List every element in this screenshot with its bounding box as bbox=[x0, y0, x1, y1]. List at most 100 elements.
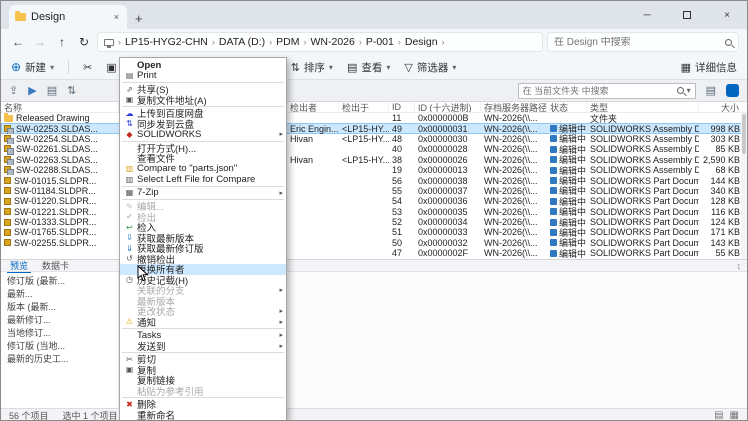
id-cell: 55 bbox=[389, 186, 415, 196]
pdm-columns-icon[interactable]: ▤ bbox=[706, 84, 716, 97]
file-row[interactable]: SW-02288.SLDAS...190x00000013WN-2026(\\.… bbox=[1, 165, 747, 175]
pdm-user-icon[interactable] bbox=[726, 84, 739, 97]
view-icon: ▤ bbox=[347, 61, 357, 74]
panel-resize-icon[interactable]: ↕ bbox=[737, 261, 742, 271]
size-cell: 55 KB bbox=[699, 248, 743, 258]
forward-icon[interactable]: → bbox=[31, 35, 49, 49]
menu-item-print[interactable]: ▤Print bbox=[120, 71, 286, 82]
search-input[interactable] bbox=[554, 37, 725, 48]
scrollbar-thumb[interactable] bbox=[742, 114, 746, 154]
panel-field-label: 最新的历史工... bbox=[1, 353, 118, 366]
column-header[interactable]: 状态 bbox=[547, 102, 587, 112]
breadcrumb-item[interactable]: DATA (D:) bbox=[216, 36, 268, 48]
chevron-down-icon: ▾ bbox=[386, 63, 390, 72]
pdm-checkout-icon[interactable]: ⇪ bbox=[9, 84, 18, 97]
file-row[interactable]: Released Drawing110x0000000BWN-2026(\\..… bbox=[1, 113, 747, 123]
up-icon[interactable]: ↑ bbox=[53, 35, 71, 49]
column-header[interactable]: ID (十六进制) bbox=[415, 102, 481, 112]
state-label: 编辑中 bbox=[559, 207, 586, 217]
minimize-button[interactable]: ─ bbox=[627, 1, 667, 29]
breadcrumb-item[interactable]: PDM bbox=[273, 36, 302, 48]
file-row[interactable]: SW-02261.SLDAS...400x00000028WN-2026(\\.… bbox=[1, 144, 747, 154]
file-name-cell: SW-02263.SLDAS... bbox=[1, 155, 119, 165]
cut-button[interactable]: ✂ bbox=[83, 61, 92, 74]
file-row[interactable]: 470x0000002FWN-2026(\\...编辑中SOLIDWORKS P… bbox=[1, 248, 747, 258]
menu-item-send-to[interactable]: 发送到▸ bbox=[120, 341, 286, 352]
size-cell: 171 KB bbox=[699, 227, 743, 237]
state-label: 编辑中 bbox=[559, 165, 586, 175]
file-row[interactable]: SW-01184.SLDPR...550x00000037WN-2026(\\.… bbox=[1, 186, 747, 196]
file-row[interactable]: SW-01220.SLDPR...540x00000036WN-2026(\\.… bbox=[1, 196, 747, 206]
size-cell: 143 KB bbox=[699, 238, 743, 248]
maximize-icon bbox=[683, 11, 691, 19]
panel-field-label: 版本 (最新... bbox=[1, 301, 118, 314]
divider bbox=[68, 60, 69, 74]
pdm-print-icon[interactable]: ▤ bbox=[47, 84, 57, 97]
file-row[interactable]: SW-01221.SLDPR...530x00000035WN-2026(\\.… bbox=[1, 207, 747, 217]
menu-item-open[interactable]: Open bbox=[120, 60, 286, 71]
copy-button[interactable]: ▣ bbox=[106, 61, 116, 74]
file-row[interactable]: SW-02263.SLDAS...Hivan<LP15-HY...380x000… bbox=[1, 155, 747, 165]
refresh-icon[interactable]: ↻ bbox=[75, 35, 93, 49]
icons-view-toggle-icon[interactable]: ▦ bbox=[730, 410, 739, 421]
column-header[interactable]: 大小 bbox=[699, 102, 743, 112]
sort-button[interactable]: ⇅ 排序 ▾ bbox=[291, 60, 333, 75]
menu-item-compare-to-parts-json[interactable]: ▥Compare to "parts.json" bbox=[120, 164, 286, 175]
new-tab-button[interactable]: + bbox=[135, 11, 143, 26]
breadcrumb-item[interactable]: WN-2026 bbox=[307, 36, 357, 48]
file-row[interactable]: SW-02255.SLDPR...500x00000032WN-2026(\\.… bbox=[1, 238, 747, 248]
chevron-down-icon[interactable]: ▾ bbox=[687, 86, 691, 95]
menu-item-select-left-file-for-compare[interactable]: ▥Select Left File for Compare bbox=[120, 174, 286, 185]
tab-title: Design bbox=[31, 11, 107, 23]
state-cell: 编辑中 bbox=[547, 238, 587, 248]
checked-out-in-cell bbox=[339, 113, 389, 123]
details-view-toggle-icon[interactable]: ▤ bbox=[714, 410, 723, 421]
id-cell: 38 bbox=[389, 155, 415, 165]
file-row[interactable]: SW-02253.SLDAS...Eric Engin...<LP15-HY..… bbox=[1, 123, 747, 133]
breadcrumb-item[interactable]: Design bbox=[402, 36, 441, 48]
panel-tab-data-card[interactable]: 数据卡 bbox=[39, 259, 72, 273]
menu-item-solidworks[interactable]: ◆SOLIDWORKS▸ bbox=[120, 129, 286, 140]
file-row[interactable]: SW-02254.SLDAS...Hivan<LP15-HY...480x000… bbox=[1, 134, 747, 144]
size-cell: 340 KB bbox=[699, 186, 743, 196]
pdm-sync-icon[interactable]: ⇅ bbox=[67, 84, 76, 97]
menu-item-notify[interactable]: ⚠通知▸ bbox=[120, 317, 286, 328]
cut-icon: ✂ bbox=[122, 355, 137, 364]
baidu-upload-icon: ☁ bbox=[122, 109, 137, 118]
pdm-preview-icon[interactable]: ▶ bbox=[28, 84, 36, 97]
column-header[interactable]: 存档服务器路径 bbox=[481, 102, 547, 112]
column-header[interactable]: ID bbox=[389, 102, 415, 112]
state-label: 编辑中 bbox=[559, 144, 586, 154]
breadcrumb-item[interactable]: P-001 bbox=[363, 36, 397, 48]
tab-close-icon[interactable]: × bbox=[112, 12, 121, 22]
close-button[interactable]: × bbox=[707, 1, 747, 29]
baidu-sync-icon: ⇅ bbox=[122, 119, 137, 128]
details-pane-button[interactable]: ▦ 详细信息 bbox=[681, 60, 737, 75]
column-header[interactable]: 检出于 bbox=[339, 102, 389, 112]
breadcrumb-item[interactable]: LP15-HYG2-CHN bbox=[122, 36, 211, 48]
archive-path-cell: WN-2026(\\... bbox=[481, 144, 547, 154]
view-button[interactable]: ▤ 查看 ▾ bbox=[347, 60, 390, 75]
file-row[interactable]: SW-01015.SLDPR...560x00000038WN-2026(\\.… bbox=[1, 175, 747, 185]
address-bar: ← → ↑ ↻ ›LP15-HYG2-CHN›DATA (D:)›PDM›WN-… bbox=[1, 29, 747, 55]
pdm-search-input[interactable] bbox=[523, 86, 674, 96]
menu-item-seven-zip[interactable]: ▦7-Zip▸ bbox=[120, 188, 286, 199]
panel-tab-preview[interactable]: 预览 bbox=[7, 259, 31, 273]
file-row[interactable]: SW-01333.SLDPR...520x00000034WN-2026(\\.… bbox=[1, 217, 747, 227]
maximize-button[interactable] bbox=[667, 1, 707, 29]
view-label: 查看 bbox=[361, 60, 382, 75]
vertical-scrollbar[interactable] bbox=[741, 113, 747, 259]
column-header[interactable]: 检出者 bbox=[287, 102, 339, 112]
filter-button[interactable]: ▽ 筛选器 ▾ bbox=[404, 60, 456, 75]
menu-item-view-file[interactable]: 查看文件 bbox=[120, 153, 286, 164]
new-button[interactable]: ⊕ 新建 ▾ bbox=[11, 60, 54, 75]
panel-field-label: 修订版 (当地... bbox=[1, 340, 118, 353]
menu-item-baidu-sync[interactable]: ⇅同步发到云盘 bbox=[120, 119, 286, 130]
column-header-name[interactable]: 名称 bbox=[1, 102, 119, 112]
explorer-tab-design[interactable]: Design × bbox=[9, 5, 127, 29]
column-header[interactable]: 类型 bbox=[587, 102, 699, 112]
file-row[interactable]: SW-01765.SLDPR...510x00000033WN-2026(\\.… bbox=[1, 227, 747, 237]
back-icon[interactable]: ← bbox=[9, 35, 27, 49]
menu-item-copy-file-address[interactable]: ▣复制文件地址(A) bbox=[120, 95, 286, 106]
menu-item-label: Print bbox=[137, 70, 275, 81]
